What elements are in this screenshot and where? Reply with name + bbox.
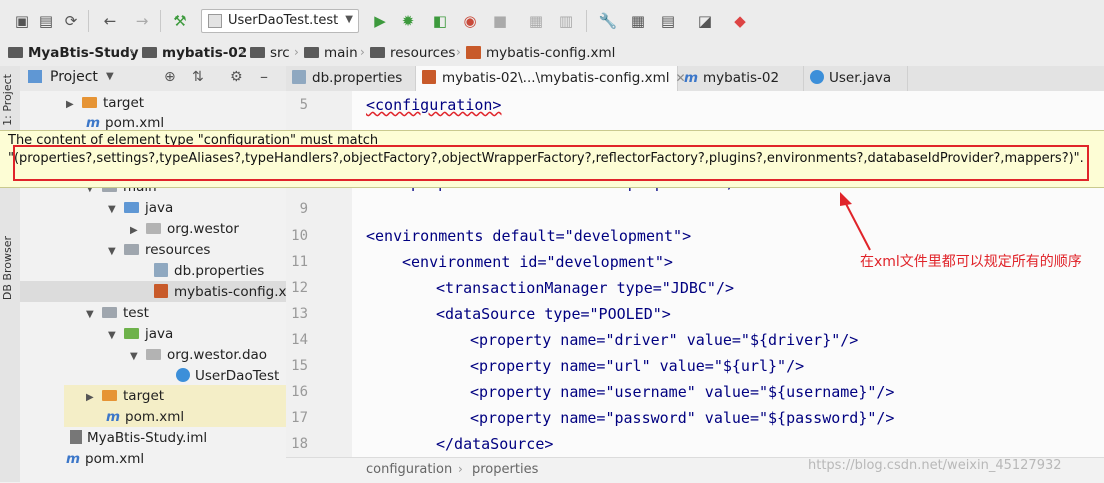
project-panel-title[interactable]: Project <box>50 69 98 85</box>
tree-item[interactable]: m pom.xml <box>106 407 184 427</box>
tree-item[interactable]: ▶ target <box>86 386 164 406</box>
tree-item[interactable]: m pom.xml <box>66 449 144 469</box>
line-number: 13 <box>291 306 308 322</box>
line-number: 5 <box>299 97 308 113</box>
chevron-down-icon[interactable]: ▼ <box>106 71 114 82</box>
breadcrumb-item[interactable]: src <box>250 45 290 63</box>
attach-icon[interactable]: ▦ <box>526 11 546 31</box>
breadcrumb: MyaBtis-Study › mybatis-02 › src › main … <box>0 42 1104 67</box>
annotation-arrow <box>840 192 871 251</box>
editor-tab-bar: db.properties mybatis-02\...\mybatis-con… <box>286 66 1104 92</box>
watermark: https://blog.csdn.net/weixin_45127932 <box>808 458 1062 473</box>
hide-icon[interactable]: – <box>260 67 268 86</box>
sync-icon[interactable]: ⟳ <box>61 11 81 31</box>
profile-icon[interactable]: ◉ <box>460 11 480 31</box>
line-number: 14 <box>291 332 308 348</box>
tree-item[interactable]: db.properties <box>154 261 264 281</box>
tree-item[interactable]: ▼ java <box>108 324 173 344</box>
settings-icon[interactable]: 🔧 <box>598 11 618 31</box>
breadcrumb-item[interactable]: MyaBtis-Study <box>8 45 139 63</box>
line-number: 17 <box>291 410 308 426</box>
code-line: <property name="driver" value="${driver}… <box>470 331 859 349</box>
tree-item[interactable]: ▼ org.westor.dao <box>130 345 267 365</box>
line-number: 12 <box>291 280 308 296</box>
left-tool-strip: 1: Project DB Browser <box>0 66 21 482</box>
chevron-down-icon: ▼ <box>345 14 353 25</box>
project-structure-icon[interactable]: ▦ <box>628 11 648 31</box>
code-line: <dataSource type="POOLED"> <box>436 305 671 323</box>
main-toolbar: ▣ ▤ ⟳ ← → ⚒ UserDaoTest.test ▼ ▶ ✹ ◧ ◉ ■… <box>0 0 1104 43</box>
run-config-icon <box>208 14 222 28</box>
collapse-icon[interactable]: ⇅ <box>192 69 204 85</box>
gear-icon[interactable]: ⚙ <box>230 69 243 85</box>
line-number: 16 <box>291 384 308 400</box>
tree-item[interactable]: ▶ org.westor <box>130 219 239 239</box>
breadcrumb-item[interactable]: main <box>304 45 358 63</box>
breadcrumb-item[interactable]: resources <box>370 45 455 63</box>
stop-icon[interactable]: ■ <box>490 11 510 31</box>
code-line: <property name="password" value="${passw… <box>470 409 895 427</box>
tree-item[interactable]: ▼ java <box>108 198 173 218</box>
code-line: <configuration> <box>366 96 502 114</box>
tab-mybatis-config[interactable]: mybatis-02\...\mybatis-config.xml ✕ <box>416 66 686 91</box>
debug-icon[interactable]: ✹ <box>398 11 418 31</box>
layout-icon[interactable]: ▥ <box>556 11 576 31</box>
run-config-label: UserDaoTest.test <box>228 13 339 28</box>
tree-item[interactable]: MyaBtis-Study.iml <box>70 428 207 448</box>
project-icon <box>28 70 42 83</box>
back-icon[interactable]: ← <box>100 11 120 31</box>
line-number: 18 <box>291 436 308 452</box>
highlight-box <box>13 145 1089 181</box>
run-configuration-select[interactable]: UserDaoTest.test ▼ <box>201 9 359 33</box>
crumb-configuration[interactable]: configuration <box>366 462 452 477</box>
tab-user-java[interactable]: User.java <box>804 66 908 91</box>
project-side-tab[interactable]: 1: Project <box>1 74 14 126</box>
save-icon[interactable]: ▤ <box>36 11 56 31</box>
annotation-note: 在xml文件里都可以规定所有的顺序 <box>860 254 1082 270</box>
vcs-icon[interactable]: ◪ <box>695 11 715 31</box>
breadcrumb-item[interactable]: mybatis-config.xml <box>466 45 615 63</box>
db-browser-side-tab[interactable]: DB Browser <box>1 236 14 300</box>
tab-db-properties[interactable]: db.properties <box>286 66 416 91</box>
line-number: 11 <box>291 254 308 270</box>
line-number: 10 <box>291 228 308 244</box>
crumb-properties[interactable]: properties <box>472 462 538 477</box>
tree-item-selected[interactable]: mybatis-config.xm <box>154 282 286 302</box>
locate-icon[interactable]: ⊕ <box>164 69 176 85</box>
tree-item[interactable]: ▼ test <box>86 303 149 323</box>
sdk-icon[interactable]: ▤ <box>658 11 678 31</box>
tab-mybatis-02[interactable]: m mybatis-02 <box>678 66 804 91</box>
breadcrumb-item[interactable]: mybatis-02 <box>142 45 247 63</box>
code-line: <environment id="development"> <box>402 253 673 271</box>
tree-item[interactable]: ▼ resources <box>108 240 210 260</box>
build-icon[interactable]: ⚒ <box>170 11 190 31</box>
save-all-icon[interactable]: ▣ <box>12 11 32 31</box>
code-line: <property name="username" value="${usern… <box>470 383 895 401</box>
code-line: <transactionManager type="JDBC"/> <box>436 279 735 297</box>
coverage-icon[interactable]: ◧ <box>430 11 450 31</box>
tree-item[interactable]: UserDaoTest <box>176 366 279 386</box>
code-line: <environments default="development"> <box>366 227 692 245</box>
tree-item[interactable]: ▶ target <box>66 93 144 113</box>
run-icon[interactable]: ▶ <box>370 11 390 31</box>
forward-icon[interactable]: → <box>132 11 152 31</box>
line-number: 9 <box>299 201 308 217</box>
code-line: <property name="url" value="${url}"/> <box>470 357 805 375</box>
code-line: </dataSource> <box>436 435 554 453</box>
plugin-icon[interactable]: ◆ <box>730 11 750 31</box>
line-number: 15 <box>291 358 308 374</box>
project-panel-header: Project ▼ ⊕ ⇅ ⚙ – <box>20 66 286 92</box>
